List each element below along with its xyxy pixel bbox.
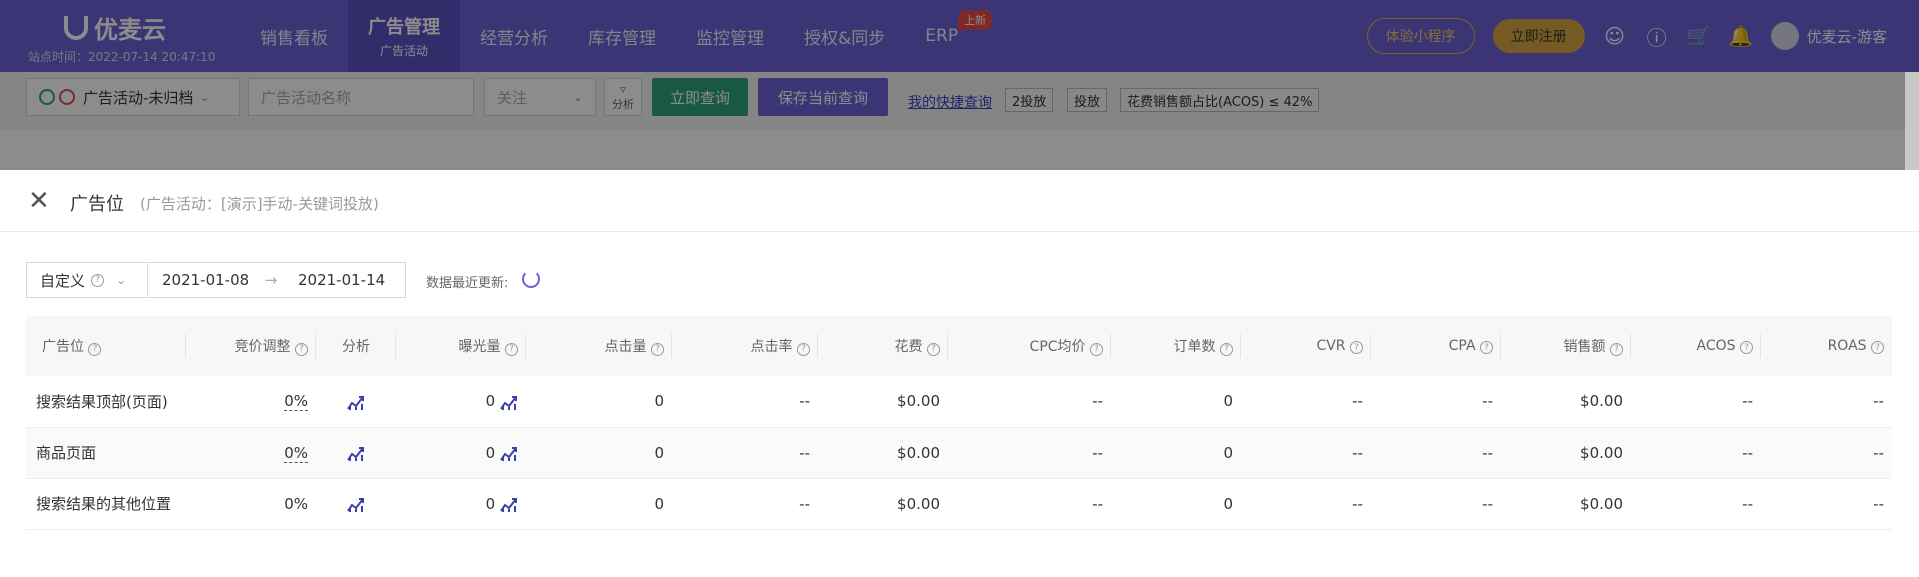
placement-cell: 搜索结果的其他位置 [36,495,172,513]
trend-chart-icon [500,498,517,512]
sales-cell: $0.00 [1580,392,1623,411]
col-header[interactable]: 销售额 ? [1501,316,1631,376]
help-icon: ? [651,342,664,356]
roas-cell: -- [1873,494,1884,513]
help-icon: ? [1740,341,1753,355]
close-icon[interactable]: ✕ [28,188,50,214]
col-header[interactable]: 曝光量 ? [396,316,526,376]
ctr-cell: -- [799,443,810,462]
date-range-picker[interactable]: 自定义 ? ⌄ 2021-01-08 → 2021-01-14 [26,262,406,298]
range-type-select[interactable]: 自定义 ? ⌄ [27,263,148,297]
clicks-cell: 0 [654,494,664,513]
placement-table: 广告位 ? 竞价调整 ? 分析 曝光量 ? 点击量 ? 点击率 ? 花费 ? C… [26,316,1892,530]
drawer-header: ✕ 广告位 (广告活动：[演示]手动-关键词投放) [0,170,1919,232]
impressions-cell: 0 [396,478,526,529]
sales-cell: $0.00 [1580,443,1623,462]
help-icon: ? [1090,342,1103,356]
col-header[interactable]: ACOS ? [1631,316,1761,376]
cvr-cell: -- [1352,443,1363,462]
spend-cell: $0.00 [897,494,940,513]
modal-overlay[interactable] [0,0,1919,170]
orders-cell: 0 [1223,494,1233,513]
help-icon: ? [505,342,518,356]
placement-cell: 搜索结果顶部(页面) [36,392,168,411]
roas-cell: -- [1873,443,1884,462]
trend-chart-icon[interactable] [316,427,396,478]
roas-cell: -- [1873,392,1884,411]
refresh-icon[interactable] [522,270,540,288]
drawer-title: 广告位 [70,194,124,215]
sales-cell: $0.00 [1580,494,1623,513]
trend-chart-icon[interactable] [316,478,396,529]
cpc-cell: -- [1092,392,1103,411]
bid-adjust-cell[interactable]: 0% [186,376,316,427]
clicks-cell: 0 [654,443,664,462]
placement-drawer: ✕ 广告位 (广告活动：[演示]手动-关键词投放) 自定义 ? ⌄ 2021-0… [0,170,1919,577]
spend-cell: $0.00 [897,443,940,462]
table-row: 搜索结果顶部(页面) 0% 0 0 -- $0.00 -- 0 -- -- $0… [26,376,1892,427]
col-header: 广告位 ? [26,316,186,376]
help-icon: ? [1480,341,1493,355]
scrollbar[interactable] [1905,72,1919,170]
help-icon: ? [91,273,105,287]
impressions-cell: 0 [396,427,526,478]
help-icon: ? [295,342,308,356]
bid-adjust-cell[interactable]: 0% [186,427,316,478]
help-icon: ? [927,342,940,356]
col-header[interactable]: 点击量 ? [526,316,672,376]
table-row: 商品页面 0% 0 0 -- $0.00 -- 0 -- -- $0.00 --… [26,427,1892,478]
acos-cell: -- [1742,392,1753,411]
trend-chart-icon [500,395,517,410]
placement-cell: 商品页面 [36,444,97,462]
ctr-cell: -- [799,494,810,513]
col-header[interactable]: CVR ? [1241,316,1371,376]
update-label: 数据最近更新: [426,276,509,291]
help-icon: ? [1220,342,1233,356]
help-icon: ? [1350,341,1363,355]
col-header[interactable]: 花费 ? [818,316,948,376]
col-header[interactable]: 订单数 ? [1111,316,1241,376]
table-header-row: 广告位 ? 竞价调整 ? 分析 曝光量 ? 点击量 ? 点击率 ? 花费 ? C… [26,316,1892,376]
start-date[interactable]: 2021-01-08 [148,271,258,289]
acos-cell: -- [1742,494,1753,513]
trend-chart-icon[interactable] [316,376,396,427]
cpa-cell: -- [1482,392,1493,411]
drawer-subtitle: (广告活动：[演示]手动-关键词投放) [140,195,379,213]
bid-adjust-cell: 0% [284,494,308,513]
col-header[interactable]: CPC均价 ? [948,316,1111,376]
col-header[interactable]: 点击率 ? [672,316,818,376]
ctr-cell: -- [799,392,810,411]
cpc-cell: -- [1092,494,1103,513]
col-header[interactable]: CPA ? [1371,316,1501,376]
table-row: 搜索结果的其他位置 0% 0 0 -- $0.00 -- 0 -- -- $0.… [26,478,1892,529]
cvr-cell: -- [1352,392,1363,411]
help-icon: ? [797,342,810,356]
orders-cell: 0 [1223,392,1233,411]
col-header: 竞价调整 ? [186,316,316,376]
cvr-cell: -- [1352,494,1363,513]
impressions-cell: 0 [396,376,526,427]
cpc-cell: -- [1092,443,1103,462]
cpa-cell: -- [1482,494,1493,513]
col-header[interactable]: ROAS ? [1761,316,1892,376]
arrow-right-icon: → [264,271,278,289]
orders-cell: 0 [1223,443,1233,462]
end-date[interactable]: 2021-01-14 [284,271,394,289]
acos-cell: -- [1742,443,1753,462]
spend-cell: $0.00 [897,392,940,411]
chevron-down-icon: ⌄ [116,273,127,287]
help-icon: ? [1871,341,1884,355]
clicks-cell: 0 [654,392,664,411]
trend-chart-icon [500,447,517,461]
help-icon: ? [88,342,102,356]
cpa-cell: -- [1482,443,1493,462]
help-icon: ? [1610,342,1623,356]
col-header: 分析 [316,316,396,376]
